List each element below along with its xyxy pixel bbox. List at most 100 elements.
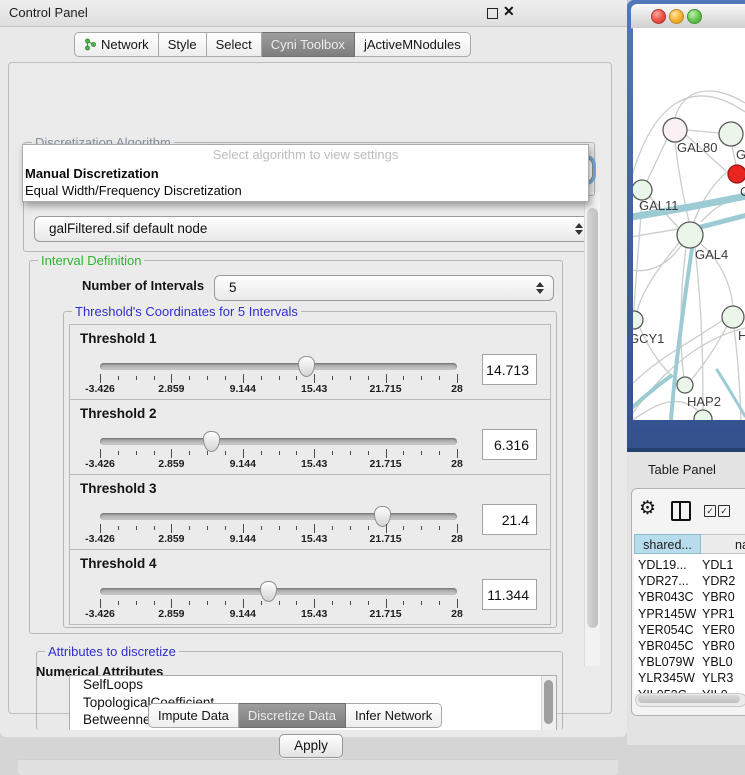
table-row[interactable]: YER054CYER0 <box>634 622 745 638</box>
table-row[interactable]: YDL19...YDL1 <box>634 557 745 573</box>
float-window-icon[interactable] <box>487 8 498 19</box>
threshold-4-panel: Threshold 4 -3.4262.8599.14415.4321.7152… <box>69 549 551 625</box>
checkbox-icon[interactable]: ✓ <box>704 505 716 517</box>
node-label: GA <box>736 147 745 162</box>
list-scrollbar-thumb[interactable] <box>544 680 553 724</box>
table-row[interactable]: YBR043C YBR0 <box>634 589 745 605</box>
minimize-window-icon[interactable] <box>669 9 684 24</box>
tick-mark <box>439 526 440 530</box>
cell-shared-name: YBR043C <box>638 589 694 605</box>
gear-icon[interactable]: ⚙ <box>639 497 656 520</box>
tab-infer-network[interactable]: Infer Network <box>346 703 442 728</box>
tick-mark <box>154 601 155 605</box>
tick-mark <box>100 449 101 458</box>
tick-mark <box>171 449 172 458</box>
tab-select[interactable]: Select <box>207 32 262 57</box>
threshold-label: Threshold 3 <box>80 481 157 496</box>
network-canvas[interactable]: GAL80 GA C GAL11 GAL4 GCY1 H HAP2 <box>633 28 745 420</box>
node-gal4[interactable] <box>677 222 703 248</box>
tick-mark <box>243 449 244 458</box>
scrollbar-thumb[interactable] <box>638 695 740 703</box>
node-red-selected[interactable] <box>728 165 745 183</box>
tick-mark <box>154 451 155 455</box>
table-row[interactable]: YBL079WYBL0 <box>634 654 745 670</box>
node-partial-top-right[interactable] <box>719 122 743 146</box>
list-item[interactable]: SelfLoops <box>70 676 556 694</box>
table-row[interactable]: YLR345WYLR3 <box>634 670 745 686</box>
tab-cyni-toolbox[interactable]: Cyni Toolbox <box>262 32 355 57</box>
node-hap2[interactable] <box>677 377 693 393</box>
table-row[interactable]: YDR27...YDR2 <box>634 573 745 589</box>
tick-mark <box>118 601 119 605</box>
slider-scale-labels: -3.4262.8599.14415.4321.71528 <box>100 458 457 470</box>
tick-mark <box>457 449 458 458</box>
tick-mark <box>350 526 351 530</box>
threshold-2-panel: Threshold 2 -3.4262.8599.14415.4321.7152… <box>69 399 551 475</box>
slider-track[interactable] <box>100 363 457 370</box>
tick-mark <box>457 524 458 533</box>
tab-style[interactable]: Style <box>159 32 207 57</box>
tick-mark <box>189 451 190 455</box>
dropdown-option-manual-discretization[interactable]: Manual Discretization <box>23 165 588 182</box>
close-icon[interactable]: ✕ <box>503 3 515 20</box>
tick-mark <box>403 451 404 455</box>
slider-track[interactable] <box>100 588 457 595</box>
cell-name: YBR0 <box>702 589 735 605</box>
scale-label: 28 <box>434 383 480 395</box>
tick-mark <box>350 601 351 605</box>
node-gcy1[interactable] <box>633 311 643 329</box>
tick-mark <box>243 599 244 608</box>
tick-mark <box>421 601 422 605</box>
dropdown-option-equal-width-frequency[interactable]: Equal Width/Frequency Discretization <box>23 182 588 199</box>
table-row[interactable]: YPR145WYPR1 <box>634 606 745 622</box>
slider-track[interactable] <box>100 438 457 445</box>
tab-discretize-data[interactable]: Discretize Data <box>239 703 346 728</box>
cell-name: YBL0 <box>702 654 733 670</box>
table-data-group: Table Data galFiltered.sif default node <box>23 194 595 252</box>
checkbox-icon[interactable]: ✓ <box>718 505 730 517</box>
split-columns-icon[interactable] <box>671 501 691 521</box>
algorithm-dropdown-popup: Select algorithm to view settings Manual… <box>22 144 589 202</box>
scale-label: -3.426 <box>77 533 123 545</box>
zoom-window-icon[interactable] <box>687 9 702 24</box>
list-scrollbar[interactable] <box>541 676 556 730</box>
threshold-value-field[interactable]: 14.713 <box>482 354 537 385</box>
tick-mark <box>332 376 333 380</box>
settings-scrollbar-thumb[interactable] <box>587 208 598 628</box>
threshold-value-field[interactable]: 11.344 <box>482 579 537 610</box>
tab-label: Style <box>168 33 197 56</box>
control-panel-titlebar: Control Panel ✕ <box>0 0 627 27</box>
threshold-value-field[interactable]: 6.316 <box>482 429 537 460</box>
number-of-intervals-combobox[interactable]: 5 <box>214 275 554 301</box>
tick-mark <box>118 526 119 530</box>
threshold-value-field[interactable]: 21.4 <box>482 504 537 535</box>
tab-network[interactable]: Network <box>74 32 159 57</box>
table-row[interactable]: YBR045CYBR0 <box>634 638 745 654</box>
tick-mark <box>136 451 137 455</box>
tick-mark <box>332 526 333 530</box>
tick-mark <box>350 376 351 380</box>
scale-label: 2.859 <box>148 458 194 470</box>
table-horizontal-scrollbar[interactable] <box>635 693 745 707</box>
cell-name: YDR2 <box>702 573 735 589</box>
node-label: GCY1 <box>633 331 664 346</box>
tab-impute-data[interactable]: Impute Data <box>148 703 239 728</box>
settings-scrollbar[interactable] <box>584 192 600 666</box>
node-gal80[interactable] <box>663 118 687 142</box>
node-partial-right[interactable] <box>722 306 744 328</box>
scale-label: 21.715 <box>363 383 409 395</box>
table-panel-body: ⚙ ✓ ✓ shared... na YDL19...YDL1YDR27...Y… <box>631 488 745 716</box>
tab-label: Discretize Data <box>248 704 336 727</box>
column-header-shared-name[interactable]: shared... <box>634 534 701 554</box>
apply-button[interactable]: Apply <box>279 734 343 758</box>
column-header-name[interactable]: na <box>701 534 745 554</box>
slider-track[interactable] <box>100 513 457 520</box>
close-window-icon[interactable] <box>651 9 666 24</box>
node-gal11[interactable] <box>633 180 652 200</box>
scale-label: 28 <box>434 533 480 545</box>
threshold-label: Threshold 1 <box>80 331 157 346</box>
table-data-combobox[interactable]: galFiltered.sif default node <box>34 216 593 242</box>
node-partial-bottom[interactable] <box>694 410 712 420</box>
tab-jactivemnodules[interactable]: jActiveMNodules <box>355 32 471 57</box>
threshold-label: Threshold 4 <box>80 556 157 571</box>
